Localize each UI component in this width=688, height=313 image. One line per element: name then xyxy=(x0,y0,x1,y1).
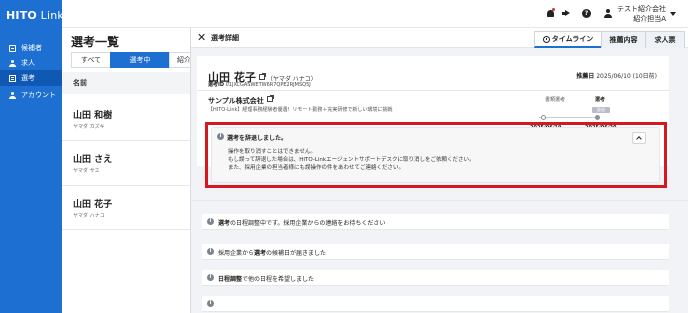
withdrawal-alert: i 選考を辞退しました。 操作を取り消すことはできません。 もし誤って辞退した場… xyxy=(211,127,660,183)
stage-document-screening: 書類選考 xyxy=(545,97,566,103)
row-divider xyxy=(62,229,202,230)
sidebar-item-label: 求人 xyxy=(21,59,35,67)
collapse-button[interactable] xyxy=(632,132,646,144)
document-icon xyxy=(9,74,16,82)
sidebar-item-candidates[interactable]: 候補者 xyxy=(0,40,62,56)
drawer-header: ✕ 選考詳細 タイムライン 推薦内容 求人票 xyxy=(191,28,688,48)
company-name[interactable]: サンプル株式会社 xyxy=(208,95,275,106)
notification-dot xyxy=(552,8,555,11)
help-icon[interactable]: ? xyxy=(582,9,591,18)
list-item[interactable]: 山田 和樹 ヤマダ カズキ xyxy=(73,108,112,130)
external-link-icon[interactable] xyxy=(258,73,266,80)
top-header: ? テスト紹介会社 紹介担当A xyxy=(62,0,688,28)
candidate-kana: ヤマダ カズキ xyxy=(73,124,105,130)
person-icon xyxy=(9,59,16,67)
close-icon[interactable]: ✕ xyxy=(197,31,206,44)
info-icon: i xyxy=(207,274,214,281)
account-icon xyxy=(9,91,16,99)
company-name: テスト紹介会社 xyxy=(617,5,666,13)
filter-tab-all[interactable]: すべて xyxy=(71,52,111,68)
user-icon[interactable] xyxy=(604,9,612,18)
user-menu[interactable]: テスト紹介会社 紹介担当A xyxy=(617,4,666,24)
divider xyxy=(191,200,688,201)
timeline-text: 採用企業から選考の候補日が届きました xyxy=(218,250,327,257)
sidebar-item-account[interactable]: アカウント xyxy=(0,87,62,103)
candidate-kana: ヤマダ サエ xyxy=(73,168,100,174)
megaphone-icon[interactable] xyxy=(562,10,570,17)
selection-id: 選考ID 01JXCGASWETW6R7QPE2RJMSQ5J xyxy=(208,82,311,88)
selection-list-panel: 選考一覧 すべて 選考中 紹介 名前 山田 和樹 ヤマダ カズキ 山田 さえ ヤ… xyxy=(62,0,209,313)
sidebar-item-label: 候補者 xyxy=(21,44,42,52)
tab-label: タイムライン xyxy=(551,35,594,43)
timeline-line xyxy=(539,117,599,118)
candidate-name[interactable]: 山田 花子 xyxy=(73,197,112,210)
column-header-name[interactable]: 名前 xyxy=(62,72,202,94)
status-badge: 辞退 xyxy=(592,107,610,113)
sidebar: HITO Link 候補者 求人 選考 アカウント xyxy=(0,0,64,313)
clock-icon xyxy=(542,35,550,43)
timeline-text: 日程調整で他の日程を希望しました xyxy=(218,276,315,283)
bell-icon[interactable] xyxy=(547,10,554,17)
timeline-item: i 日程調整で他の日程を希望しました xyxy=(202,270,669,286)
page-title: 選考一覧 xyxy=(71,35,120,49)
info-icon: i xyxy=(207,300,214,307)
timeline-item: i 採用企業から選考の候補日が届きました xyxy=(202,244,669,260)
info-icon: i xyxy=(207,248,214,255)
tab-recommendation[interactable]: 推薦内容 xyxy=(601,31,646,48)
sidebar-item-label: アカウント xyxy=(21,91,56,99)
candidate-name[interactable]: 山田 さえ xyxy=(73,152,112,165)
sidebar-item-jobs[interactable]: 求人 xyxy=(0,55,62,71)
external-link-icon[interactable] xyxy=(266,95,274,102)
selection-detail-drawer: ✕ 選考詳細 タイムライン 推薦内容 求人票 山田 花子 （ヤマダ ハナコ） 選考… xyxy=(190,28,688,313)
timeline-dot xyxy=(541,115,546,120)
alert-title: 選考を辞退しました。 xyxy=(227,135,288,142)
candidate-name[interactable]: 山田 和樹 xyxy=(73,108,112,121)
drawer-title: 選考詳細 xyxy=(211,34,239,42)
row-divider xyxy=(62,140,202,141)
tab-job-posting[interactable]: 求人票 xyxy=(645,31,685,48)
alert-body: 操作を取り消すことはできません。 もし誤って辞退した場合は、HITO-Linkエ… xyxy=(228,149,475,171)
id-card-icon xyxy=(9,44,16,52)
timeline-item: i 選考の日程調整中です。採用企業からの連絡をお待ちください xyxy=(202,214,669,230)
sidebar-item-selection[interactable]: 選考 xyxy=(0,70,62,86)
candidate-kana: ヤマダ ハナコ xyxy=(73,213,105,219)
info-icon: i xyxy=(217,133,224,140)
user-name: 紹介担当A xyxy=(633,15,666,23)
list-item[interactable]: 山田 さえ ヤマダ サエ xyxy=(73,152,112,174)
chevron-down-icon[interactable] xyxy=(670,12,676,16)
info-icon: i xyxy=(207,218,214,225)
filter-tab-in-progress[interactable]: 選考中 xyxy=(110,52,170,68)
job-title: 【HITO-Link】経理事務経験者優遇！リモート勤務＋充実研修で新しい環境に挑… xyxy=(208,107,393,113)
timeline-dot-current xyxy=(595,115,600,120)
app-logo[interactable]: HITO Link xyxy=(6,9,64,22)
stage-current: 選考 xyxy=(595,97,606,103)
tab-timeline[interactable]: タイムライン xyxy=(534,31,602,48)
sidebar-item-label: 選考 xyxy=(21,74,35,82)
timeline-item: i xyxy=(202,296,669,312)
divider xyxy=(197,90,669,91)
list-item[interactable]: 山田 花子 ヤマダ ハナコ xyxy=(73,197,112,219)
timeline-text: 選考の日程調整中です。採用企業からの連絡をお待ちください xyxy=(218,220,386,227)
recommend-date: 推薦日 2025/06/10 (10日前) xyxy=(576,73,657,80)
row-divider xyxy=(62,185,202,186)
